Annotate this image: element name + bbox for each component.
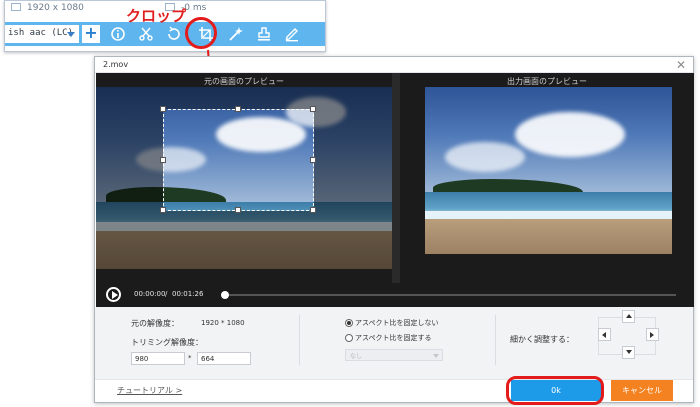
crop-selection-box[interactable] — [160, 106, 316, 213]
current-time: 00:00:00 — [134, 290, 166, 298]
crop-handle-top-right[interactable] — [310, 106, 316, 112]
tutorial-link[interactable]: チュートリアル > — [117, 385, 182, 396]
aspect-free-label[interactable]: アスペクト比を固定しない — [355, 318, 439, 328]
move-right-button[interactable] — [646, 328, 659, 341]
seek-knob[interactable] — [221, 291, 229, 299]
source-resolution-text: 1920 x 1080 — [27, 3, 84, 13]
arrow-right-icon — [650, 332, 654, 338]
crop-handle-top[interactable] — [235, 106, 241, 112]
output-preview-label: 出力画面のプレビュー — [507, 77, 587, 86]
aspect-fixed-label[interactable]: アスペクト比を固定する — [355, 333, 432, 343]
chevron-down-icon — [67, 32, 75, 37]
screenshot-root: 1920 x 1080 -0 ms ish aac (LC) + クロップ 2.… — [0, 0, 700, 407]
play-icon[interactable] — [106, 287, 121, 302]
info-icon[interactable] — [110, 26, 126, 42]
crop-handle-bottom-left[interactable] — [160, 207, 166, 213]
settings-divider-1 — [299, 315, 300, 365]
aspect-ratio-select: なし — [345, 349, 443, 361]
watermark-icon[interactable] — [256, 26, 272, 42]
crop-handle-top-left[interactable] — [160, 106, 166, 112]
close-icon[interactable]: ✕ — [676, 58, 686, 72]
original-resolution-label: 元の解像度： — [131, 319, 179, 328]
seek-track[interactable] — [225, 294, 676, 296]
arrow-up-icon — [626, 314, 632, 318]
move-left-button[interactable] — [598, 328, 611, 341]
source-preview-label: 元の画面のプレビュー — [204, 77, 284, 86]
rotate-icon[interactable] — [166, 26, 182, 42]
effects-icon[interactable] — [228, 26, 244, 42]
settings-divider-2 — [495, 315, 496, 365]
crop-width-input[interactable]: 980 — [131, 352, 185, 365]
crop-height-input[interactable]: 664 — [197, 352, 251, 365]
ok-highlight-ring — [506, 376, 604, 405]
output-preview-panel: 出力画面のプレビュー — [400, 73, 694, 283]
playback-bar: 00:00:00 / 00:01:26 — [96, 283, 694, 307]
chevron-down-icon — [433, 354, 439, 358]
total-time: 00:01:26 — [172, 290, 204, 298]
trim-resolution-label: トリミング解像度： — [131, 338, 203, 347]
aspect-fixed-radio[interactable] — [345, 334, 353, 342]
multiply-sign: * — [188, 354, 192, 362]
time-separator: / — [165, 290, 168, 298]
aspect-free-radio[interactable] — [345, 319, 353, 327]
dialog-title: 2.mov — [103, 60, 129, 69]
audio-track-value: ish aac (LC) — [8, 28, 74, 38]
aspect-ratio-value: なし — [350, 353, 363, 360]
fine-adjust-label: 細かく調整する： — [510, 335, 574, 344]
source-preview-panel: 元の画面のプレビュー — [96, 73, 392, 283]
crop-handle-left[interactable] — [160, 157, 166, 163]
add-audio-button[interactable]: + — [82, 25, 100, 43]
crop-dialog: 2.mov ✕ 元の画面のプレビュー 出力画面のプレビュー 00:00:00 /… — [94, 56, 694, 403]
crop-handle-right[interactable] — [310, 157, 316, 163]
move-up-button[interactable] — [622, 310, 635, 323]
original-resolution-value: 1920 * 1080 — [201, 319, 245, 327]
edit-icon[interactable] — [284, 26, 300, 42]
arrow-left-icon — [602, 332, 606, 338]
move-down-button[interactable] — [622, 346, 635, 359]
video-format-icon — [11, 3, 21, 11]
crop-highlight-circle — [185, 17, 217, 49]
scissors-icon[interactable] — [138, 26, 154, 42]
crop-handle-bottom[interactable] — [235, 207, 241, 213]
output-video-frame — [425, 87, 672, 254]
arrow-down-icon — [626, 350, 632, 354]
footer-divider — [95, 379, 693, 380]
crop-handle-bottom-right[interactable] — [310, 207, 316, 213]
preview-divider — [392, 73, 400, 283]
crop-settings-panel: 元の解像度： 1920 * 1080 トリミング解像度： 980 * 664 ア… — [95, 307, 693, 379]
audio-track-select[interactable]: ish aac (LC) — [5, 25, 79, 43]
cancel-button[interactable]: キャンセル — [611, 380, 673, 401]
crop-annotation-label: クロップ — [126, 7, 187, 25]
